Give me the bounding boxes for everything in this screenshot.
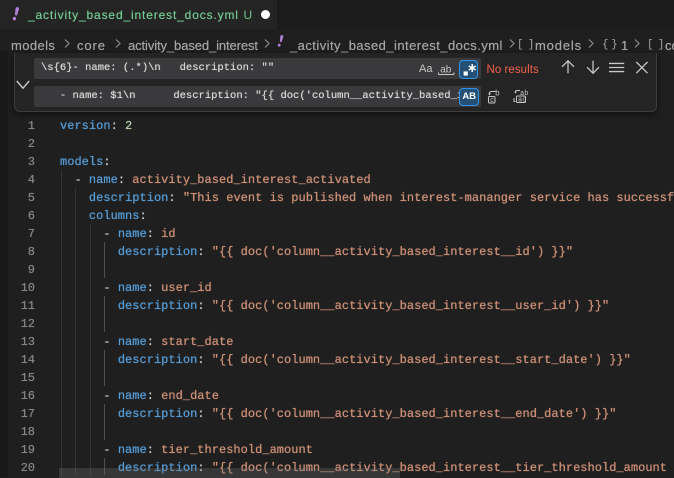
svg-text:ab: ab [440,64,452,75]
svg-text:b: b [495,90,500,99]
svg-text:ac: ac [518,97,526,105]
svg-text:c: c [490,97,494,104]
